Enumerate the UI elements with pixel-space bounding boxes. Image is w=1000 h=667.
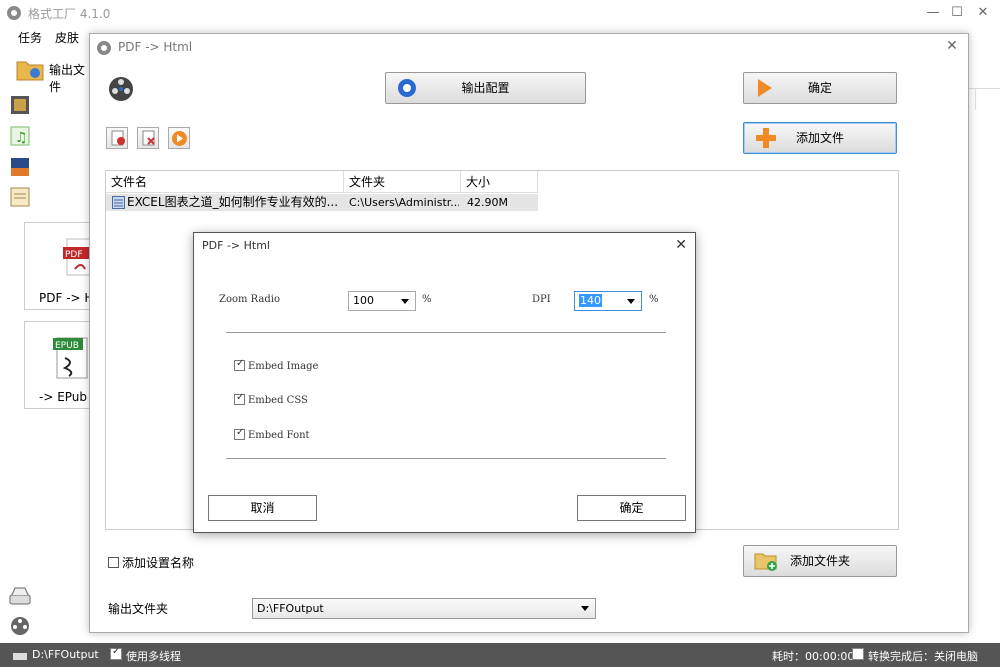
close-window-button[interactable]: ✕ — [968, 0, 998, 26]
converter-label: -> EPub — [39, 390, 88, 404]
arrow-right-icon — [758, 79, 772, 97]
embed-css-label: Embed CSS — [248, 395, 308, 406]
output-folder-toolbar-button[interactable]: 输出文件 — [14, 56, 94, 94]
add-setting-name-label: 添加设置名称 — [122, 556, 195, 570]
app-titlebar: 格式工厂 4.1.0 — ☐ ✕ — [0, 0, 1000, 26]
app-title: 格式工厂 4.1.0 — [28, 7, 111, 21]
image-category-icon[interactable] — [8, 155, 32, 179]
clear-list-button[interactable] — [137, 127, 159, 149]
settings-close-button[interactable]: ✕ — [675, 237, 687, 253]
ok-button[interactable]: 确定 — [743, 72, 897, 104]
clear-list-icon — [142, 130, 155, 146]
settings-ok-button[interactable]: 确定 — [577, 495, 686, 521]
file-folder-cell: C:\Users\Administr... — [349, 196, 459, 209]
zoom-unit: % — [422, 294, 432, 305]
checkbox-box — [234, 392, 245, 405]
converter-label: PDF -> Html — [39, 291, 93, 305]
settings-dialog-title: PDF -> Html — [202, 239, 270, 252]
column-header-size[interactable]: 大小 — [461, 171, 538, 193]
gear-icon — [398, 79, 416, 97]
output-folder-value: D:\FFOutput — [257, 602, 324, 615]
app-logo-icon — [97, 41, 111, 55]
file-size-cell: 42.90M — [467, 196, 508, 209]
checkbox-box — [108, 557, 119, 568]
play-icon — [172, 131, 187, 146]
add-folder-icon — [754, 553, 777, 571]
zoom-ratio-label: Zoom Radio — [219, 294, 280, 305]
separator — [226, 458, 666, 459]
embed-image-label: Embed Image — [248, 361, 319, 372]
add-folder-button[interactable]: 添加文件夹 — [743, 545, 897, 577]
output-folder-toolbar-label: 输出文件 — [49, 63, 86, 94]
epub-icon: EPUB — [53, 337, 88, 379]
ok-label: 确定 — [807, 81, 832, 95]
file-list-header: 文件名 文件夹 大小 — [106, 171, 538, 193]
remove-file-button[interactable] — [106, 127, 128, 149]
document-category-icon[interactable] — [8, 185, 32, 209]
svg-text:EPUB: EPUB — [55, 341, 79, 351]
dpi-select[interactable]: 140 — [574, 291, 642, 311]
converter-pdf-to-html[interactable]: PDF PDF -> Html — [24, 222, 94, 310]
app-logo-icon — [7, 6, 21, 20]
add-folder-label: 添加文件夹 — [789, 554, 850, 568]
menu-skin[interactable]: 皮肤 — [55, 29, 79, 46]
embed-css-checkbox[interactable]: Embed CSS — [234, 392, 308, 406]
chevron-down-icon — [401, 299, 409, 304]
multithread-label: 使用多线程 — [126, 650, 181, 663]
separator — [226, 332, 666, 333]
embed-font-label: Embed Font — [248, 430, 310, 441]
output-folder-label: 输出文件夹 — [108, 602, 169, 616]
status-output-path: D:\FFOutput — [32, 648, 99, 661]
video-category-icon[interactable] — [8, 93, 32, 117]
add-file-label: 添加文件 — [795, 131, 844, 145]
svg-text:PDF: PDF — [65, 250, 83, 260]
column-header-folder[interactable]: 文件夹 — [344, 171, 461, 193]
audio-category-icon[interactable]: ♫ — [8, 124, 32, 148]
menubar: 任务 皮肤 — [0, 26, 100, 48]
add-setting-name-checkbox[interactable]: 添加设置名称 — [108, 554, 194, 571]
embed-font-checkbox[interactable]: Embed Font — [234, 427, 310, 441]
dialog-title: PDF -> Html — [118, 40, 193, 54]
output-config-button[interactable]: 输出配置 — [385, 72, 586, 104]
elapsed-time: 耗时：00:00:00 — [772, 650, 855, 663]
menu-tasks[interactable]: 任务 — [18, 29, 42, 46]
status-bar: D:\FFOutput ✓ 使用多线程 耗时：00:00:00 转换完成后：关闭… — [0, 643, 1000, 667]
chevron-down-icon — [581, 606, 589, 611]
drive-icon[interactable] — [8, 585, 32, 607]
svg-text:♫: ♫ — [15, 130, 28, 146]
add-file-button[interactable]: 添加文件 — [743, 122, 897, 154]
film-reel-icon — [109, 77, 133, 101]
document-icon — [112, 196, 125, 209]
play-preview-button[interactable] — [168, 127, 190, 149]
checkbox-box — [234, 358, 245, 371]
cancel-button[interactable]: 取消 — [208, 495, 317, 521]
output-config-label: 输出配置 — [461, 81, 510, 95]
plus-icon — [756, 128, 776, 148]
film-reel-icon[interactable] — [8, 614, 32, 638]
after-convert-label: 转换完成后：关闭电脑 — [868, 650, 978, 663]
html-settings-dialog: PDF -> Html ✕ Zoom Radio 100 % DPI 140 %… — [193, 232, 696, 533]
zoom-ratio-select[interactable]: 100 — [348, 291, 416, 311]
column-header-filename[interactable]: 文件名 — [106, 171, 344, 193]
dpi-unit: % — [649, 294, 659, 305]
converter-to-epub[interactable]: EPUB -> EPub — [24, 321, 94, 409]
remove-file-icon — [111, 130, 125, 146]
task-list-header-divider — [975, 88, 976, 110]
dpi-value: 140 — [579, 294, 602, 307]
dpi-label: DPI — [532, 294, 551, 305]
file-name-cell: EXCEL图表之道_如何制作专业有效的... — [127, 195, 339, 209]
after-convert-checkbox[interactable] — [852, 648, 864, 660]
multithread-checkbox[interactable]: ✓ — [110, 646, 122, 660]
drive-icon — [13, 653, 27, 660]
checkbox-box — [234, 427, 245, 440]
chevron-down-icon — [627, 299, 635, 304]
dialog-close-button[interactable]: ✕ — [942, 38, 962, 56]
folder-icon — [16, 61, 44, 81]
zoom-ratio-value: 100 — [353, 294, 374, 307]
embed-image-checkbox[interactable]: Embed Image — [234, 358, 319, 372]
file-list-row[interactable]: EXCEL图表之道_如何制作专业有效的... C:\Users\Administ… — [106, 194, 538, 211]
output-folder-select[interactable]: D:\FFOutput — [252, 598, 596, 619]
